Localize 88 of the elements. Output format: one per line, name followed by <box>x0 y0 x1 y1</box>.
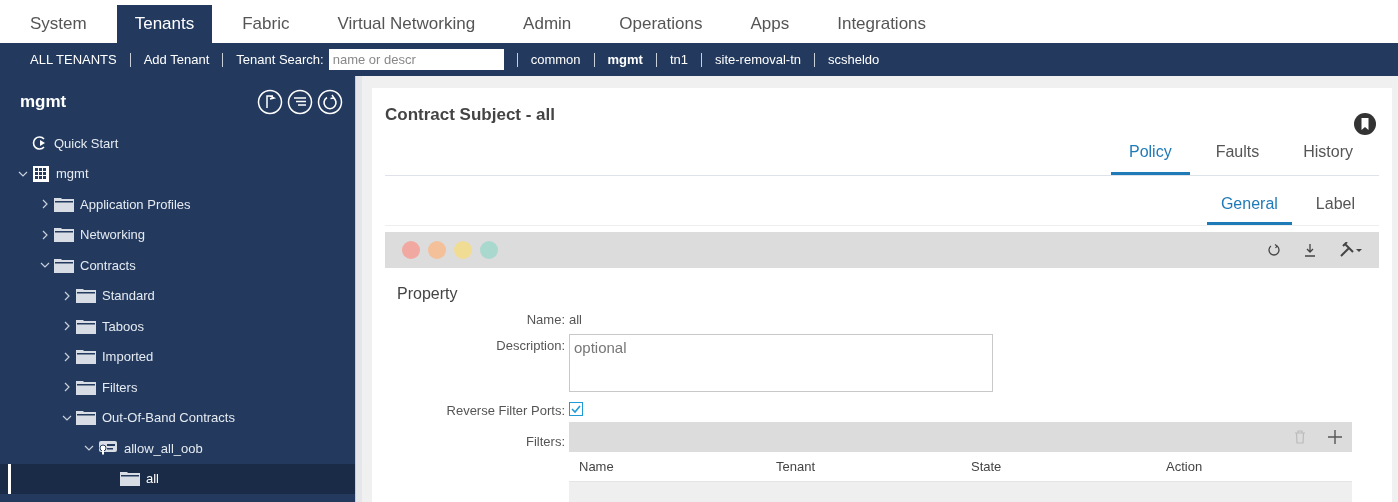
nav-tab[interactable]: Apps <box>732 5 808 43</box>
folder-icon <box>76 318 96 334</box>
nav-tab[interactable]: Virtual Networking <box>319 5 494 43</box>
tree-label: Networking <box>80 226 146 244</box>
nav-tab[interactable]: Tenants <box>116 5 213 43</box>
tree-label: Taboos <box>102 317 144 336</box>
field-label: Reverse Filter Ports: <box>445 401 565 420</box>
tree-row[interactable]: Taboos <box>0 311 355 342</box>
tenant-link[interactable]: common <box>530 49 581 70</box>
search-field[interactable]: name or descr <box>328 49 504 70</box>
refresh-icon[interactable] <box>317 89 343 115</box>
caret-icon[interactable] <box>62 290 72 301</box>
column-header[interactable]: State <box>971 456 1166 477</box>
tree-row[interactable]: Contracts <box>0 250 355 281</box>
flag-icon[interactable] <box>257 89 283 115</box>
tree-label: Out-Of-Band Contracts <box>102 409 235 427</box>
folder-icon <box>76 349 96 365</box>
bookmark-icon[interactable] <box>1353 112 1377 136</box>
tree-row[interactable]: Out-Of-Band Contracts <box>0 402 355 433</box>
splitter-handle[interactable] <box>355 76 362 502</box>
caret-icon[interactable] <box>62 351 72 362</box>
nav-tab[interactable]: Operations <box>601 5 721 43</box>
tree-row[interactable]: Application Profiles <box>0 189 355 220</box>
add-icon[interactable] <box>1328 430 1342 444</box>
tree-row[interactable]: mgmt <box>0 158 355 189</box>
nav-tab[interactable]: System <box>12 5 105 43</box>
tree-row[interactable]: Imported <box>0 341 355 372</box>
nav-tab[interactable]: Admin <box>505 5 590 43</box>
checkbox[interactable] <box>569 401 583 416</box>
tenant-link[interactable]: tn1 <box>669 49 689 70</box>
field-label: Description: <box>495 336 565 355</box>
tree-label: Imported <box>102 348 154 366</box>
tree-row[interactable]: Quick Start <box>0 128 355 159</box>
tab[interactable]: Faults <box>1197 138 1278 175</box>
tools-icon[interactable] <box>1339 242 1363 258</box>
tree-label: Quick Start <box>54 134 119 153</box>
tenant-link[interactable]: scsheldo <box>828 49 880 70</box>
column-header[interactable]: Action <box>1166 456 1342 477</box>
tab[interactable]: History <box>1285 138 1371 175</box>
caret-icon[interactable] <box>40 229 50 240</box>
search-label: Tenant Search: <box>236 50 324 69</box>
tree-label: Application Profiles <box>80 195 191 214</box>
tree-row[interactable]: all <box>0 463 355 494</box>
name-value: all <box>569 311 583 329</box>
tree-row[interactable]: Filters <box>0 372 355 403</box>
tenant-link[interactable]: mgmt <box>607 49 643 70</box>
tab[interactable]: Policy <box>1110 138 1190 175</box>
column-header[interactable]: Name <box>579 456 776 477</box>
folder-icon <box>54 196 74 212</box>
certificate-icon <box>98 440 118 457</box>
filter-icon[interactable] <box>287 89 313 115</box>
selection-bar <box>8 463 11 494</box>
tenant-link[interactable]: ALL TENANTS <box>30 49 117 70</box>
tree-label: all <box>146 470 159 488</box>
play-circle-icon <box>32 135 48 152</box>
caret-icon[interactable] <box>40 199 50 210</box>
caret-icon[interactable] <box>62 382 72 393</box>
column-header[interactable]: Tenant <box>776 456 971 477</box>
tree-row[interactable]: Networking <box>0 219 355 250</box>
tree-label: Standard <box>102 287 155 305</box>
tree-label: Filters <box>102 378 138 397</box>
sub-tab[interactable]: Label <box>1301 192 1369 225</box>
tree-row[interactable]: allow_all_oob <box>0 433 355 464</box>
folder-icon <box>54 227 74 243</box>
nav-tab[interactable]: Integrations <box>819 5 945 43</box>
caret-icon[interactable] <box>62 321 72 332</box>
folder-icon <box>54 257 74 273</box>
section-heading: Property <box>397 284 459 304</box>
tenant-link[interactable]: Add Tenant <box>143 49 210 70</box>
nav-tab[interactable]: Fabric <box>224 5 308 43</box>
folder-icon <box>120 471 140 487</box>
field-label: Name: <box>525 311 565 329</box>
sub-tab[interactable]: General <box>1206 192 1292 225</box>
building-icon <box>32 164 50 183</box>
sidebar-title: mgmt <box>20 91 67 114</box>
tree-row[interactable]: Standard <box>0 280 355 311</box>
refresh-icon[interactable] <box>1267 243 1281 257</box>
tree-label: allow_all_oob <box>124 439 203 458</box>
folder-icon <box>76 410 96 426</box>
field-label: Filters: <box>525 433 565 451</box>
tree-label: Contracts <box>80 256 136 275</box>
tenant-link[interactable]: site-removal-tn <box>715 49 801 70</box>
folder-icon <box>76 379 96 395</box>
description-field[interactable]: optional <box>569 333 993 392</box>
page-title: Contract Subject - all <box>385 104 556 126</box>
folder-icon <box>76 288 96 304</box>
download-icon[interactable] <box>1303 243 1317 257</box>
tree-label: mgmt <box>56 165 89 183</box>
